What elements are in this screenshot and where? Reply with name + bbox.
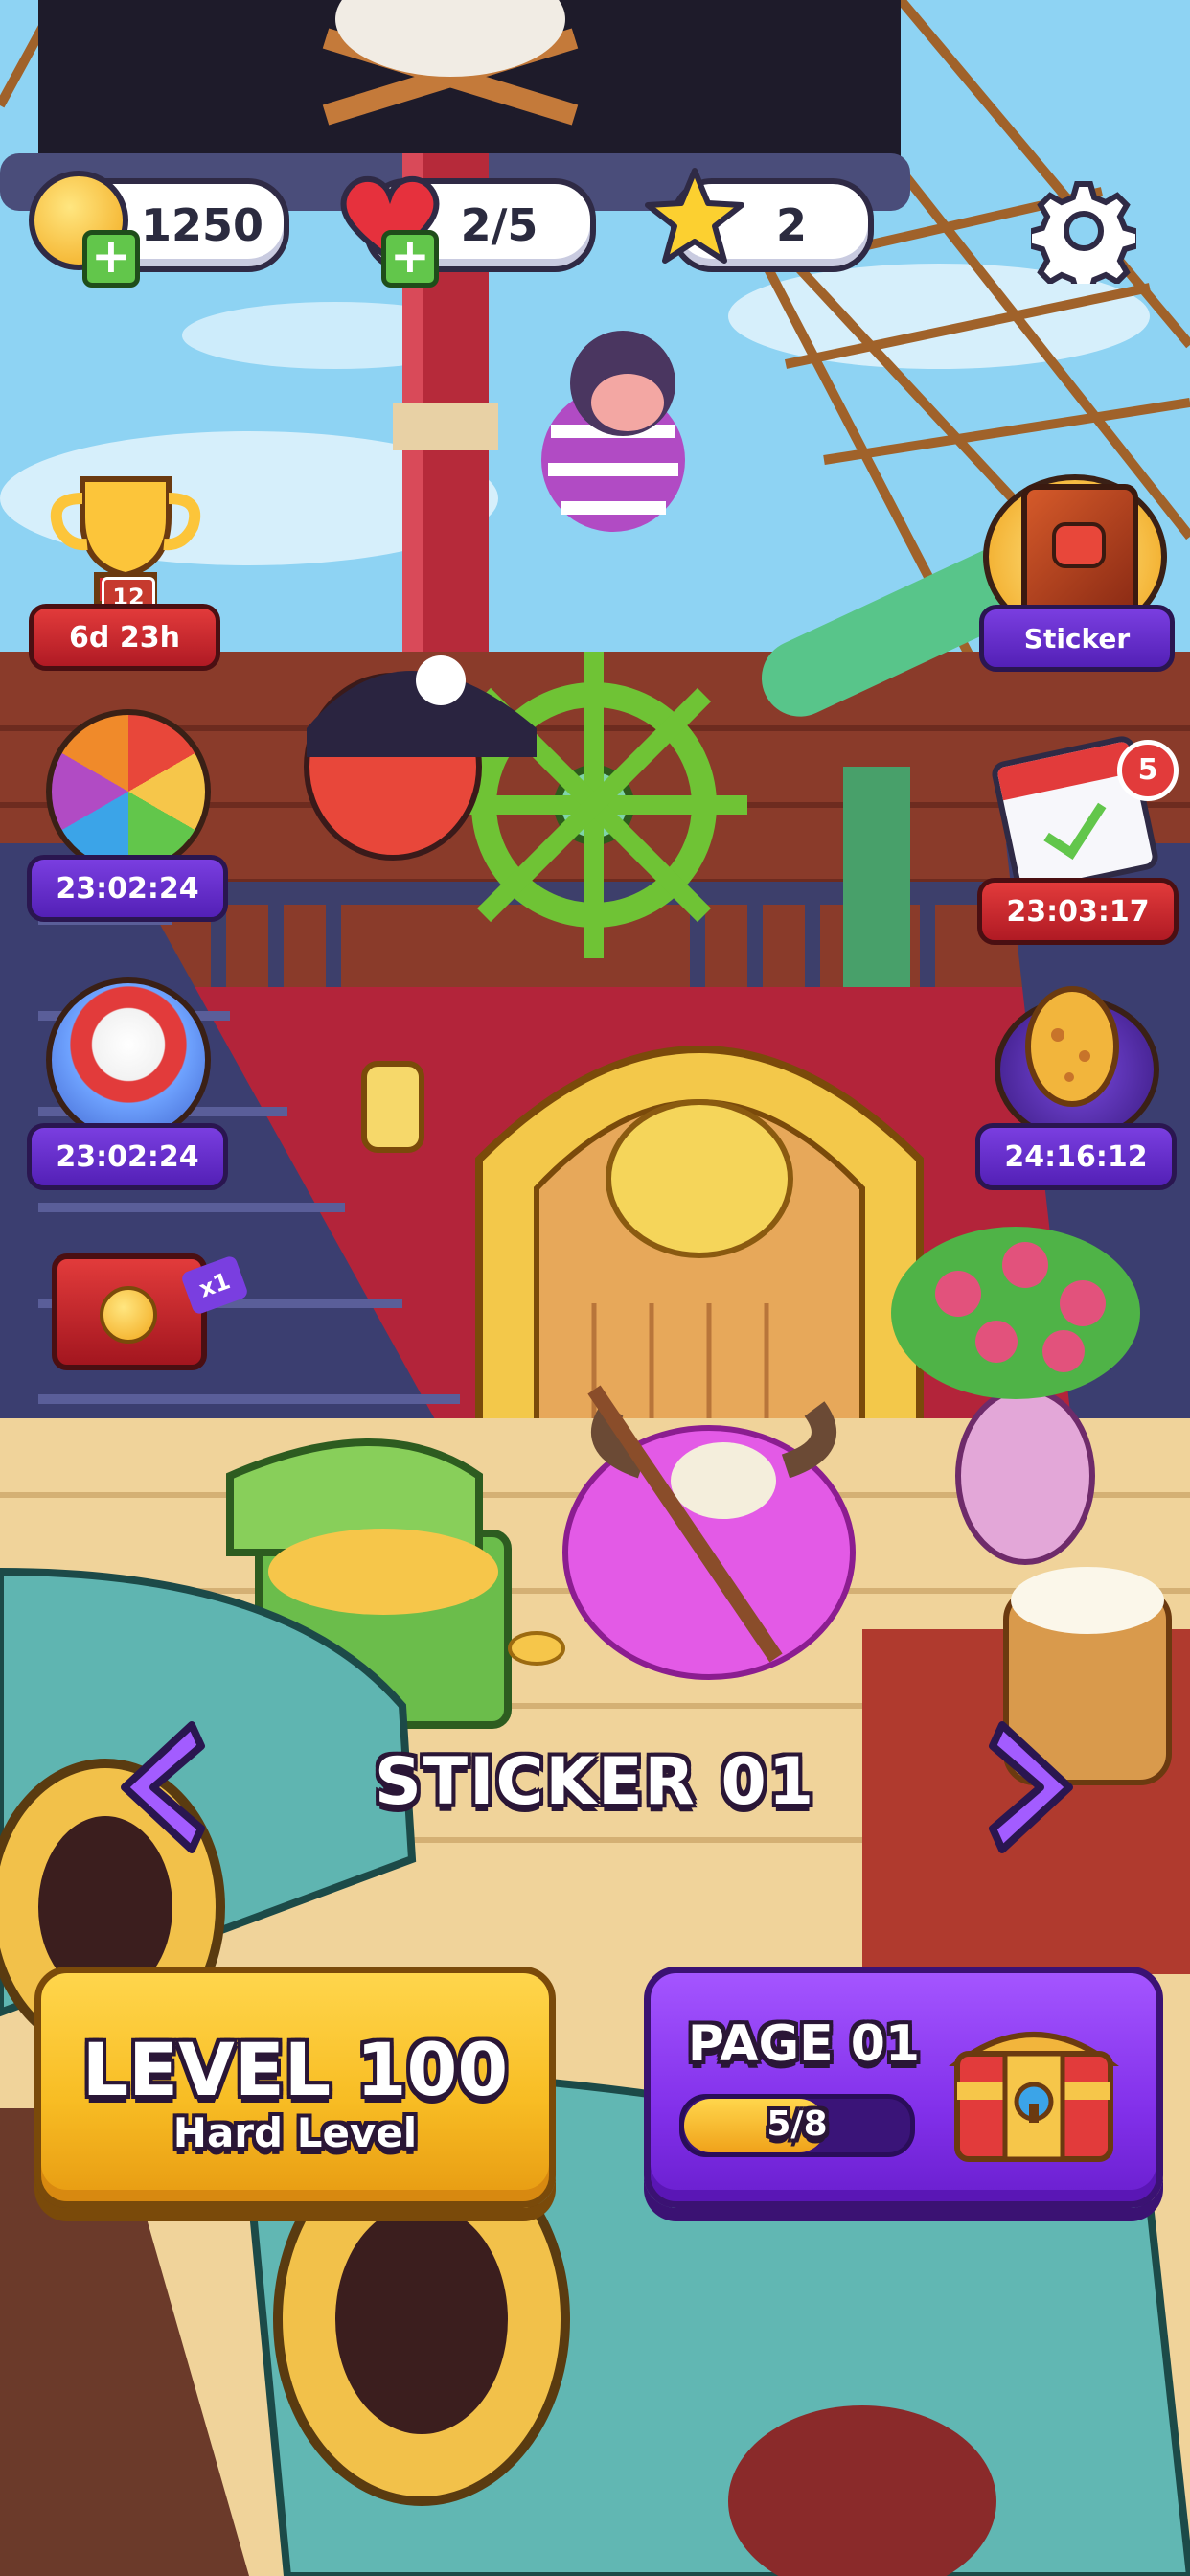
sticker-title: STICKER 01	[374, 1744, 816, 1820]
calendar-timer: 23:03:17	[977, 878, 1179, 945]
page-progress-bar: 5/8	[679, 2094, 915, 2157]
balloon-event[interactable]: 23:02:24	[27, 978, 228, 1190]
sticker-book-emblem	[1052, 522, 1106, 568]
add-coins-button[interactable]: +	[82, 230, 140, 288]
previous-sticker-arrow-icon[interactable]	[105, 1715, 211, 1859]
level-difficulty: Hard Level	[172, 2109, 418, 2156]
star-icon	[645, 168, 744, 264]
offer-coin-icon	[100, 1286, 157, 1344]
add-lives-button[interactable]: +	[381, 230, 439, 288]
balloon-icon	[46, 978, 211, 1142]
daily-calendar-event[interactable]: 5 23:03:17	[973, 728, 1179, 945]
spin-wheel-icon	[46, 709, 211, 874]
sticker-page-button[interactable]: PAGE 01 5/8	[644, 1966, 1163, 2208]
page-title: PAGE 01	[687, 2015, 921, 2073]
stars-value: 2	[775, 199, 807, 251]
next-sticker-arrow-icon[interactable]	[983, 1715, 1088, 1859]
level-title: LEVEL 100	[81, 2027, 509, 2112]
sticker-book-event[interactable]: Sticker	[973, 474, 1175, 672]
trophy-event[interactable]: 12 6d 23h	[29, 470, 220, 671]
lives-value: 2/5	[460, 199, 538, 251]
page-progress-text: 5/8	[767, 2104, 828, 2144]
settings-gear-icon[interactable]	[1031, 178, 1136, 284]
balloon-timer: 23:02:24	[27, 1123, 228, 1190]
sticker-book-label: Sticker	[979, 605, 1175, 672]
egg-timer: 24:16:12	[975, 1123, 1177, 1190]
calendar-notification-badge: 5	[1117, 740, 1179, 801]
trophy-timer: 6d 23h	[29, 604, 220, 671]
play-level-button[interactable]: LEVEL 100 Hard Level	[34, 1966, 556, 2208]
egg-icon	[1025, 986, 1119, 1107]
offer-chest-button[interactable]: x1	[52, 1244, 253, 1370]
spin-wheel-timer: 23:02:24	[27, 855, 228, 922]
treasure-chest-icon	[948, 2032, 1120, 2162]
egg-event[interactable]: 24:16:12	[972, 978, 1177, 1190]
coins-value: 1250	[140, 199, 264, 251]
spin-wheel-event[interactable]: 23:02:24	[27, 709, 228, 922]
